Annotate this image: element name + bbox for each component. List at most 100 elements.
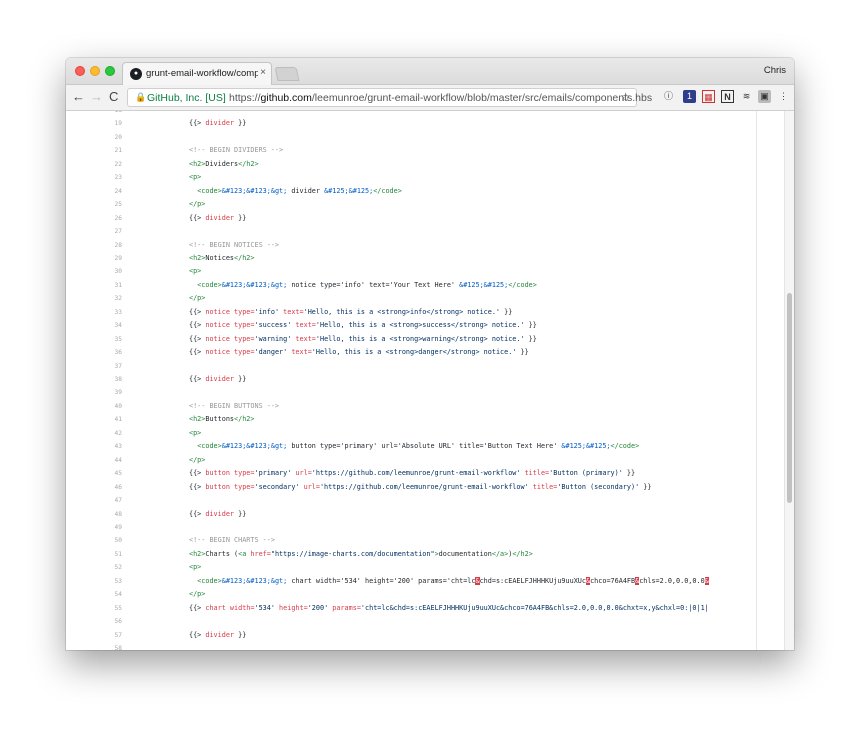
line-number[interactable]: 35 [66,333,122,346]
line-number[interactable]: 58 [66,642,122,650]
line-number[interactable]: 38 [66,373,122,386]
layers-icon[interactable]: ≋ [740,90,753,103]
code-token: <!-- BEGIN BUTTONS --> [189,401,280,410]
line-number[interactable]: 54 [66,588,122,601]
line-number[interactable]: 46 [66,481,122,494]
code-token: "https://image-charts.com/documentation" [270,549,435,558]
code-token: }} [234,630,247,639]
line-number[interactable]: 40 [66,400,122,413]
line-number[interactable]: 24 [66,185,122,198]
new-tab-button[interactable] [274,67,300,81]
line-number[interactable]: 47 [66,494,122,507]
info-icon[interactable]: ⓘ [662,90,675,103]
line-number[interactable]: 23 [66,171,122,184]
code-line: 42 <p> [66,427,756,440]
tab-close-icon[interactable]: × [260,67,266,78]
line-text: </p> [189,588,205,601]
line-number[interactable]: 19 [66,117,122,130]
back-arrow-icon[interactable]: ← [72,89,85,105]
reload-icon[interactable]: C [109,89,118,105]
code-line: 38 {{> divider }} [66,373,756,386]
code-line: 36 {{> notice type='danger' text='Hello, … [66,346,756,359]
code-token: <p> [189,173,202,182]
line-number[interactable]: 36 [66,346,122,359]
code-token: 'Button (primary)' [549,469,623,478]
line-number[interactable]: 37 [66,360,122,373]
maximize-window-button[interactable] [105,66,115,76]
line-number[interactable]: 27 [66,225,122,238]
code-line: 37 [66,360,756,373]
code-token: <h2> [189,415,206,424]
url-host: github.com [260,92,312,104]
code-token: <!-- BEGIN CHARTS --> [189,536,275,545]
qr-icon[interactable]: ▦ [702,90,715,103]
line-number[interactable]: 48 [66,508,122,521]
line-number[interactable]: 29 [66,252,122,265]
line-number[interactable]: 28 [66,239,122,252]
line-number[interactable]: 42 [66,427,122,440]
code-line: 20 [66,131,756,144]
code-token: Charts ( [205,549,239,558]
code-token: {{> [189,469,206,478]
code-token: 'https://github.com/leemunroe/grunt-emai… [319,482,529,491]
line-number[interactable]: 41 [66,413,122,426]
line-text: <h2>Charts (<a href="https://image-chart… [189,548,533,561]
code-token: chls=2.0,0.0,0.0 [639,576,705,585]
code-token: &#125;&#125; [324,186,374,195]
code-token: 'https://github.com/leemunroe/grunt-emai… [311,469,521,478]
line-number[interactable]: 30 [66,265,122,278]
line-number[interactable]: 32 [66,292,122,305]
line-number[interactable]: 55 [66,602,122,615]
code-token: {{> [189,119,206,128]
line-number[interactable]: 43 [66,440,122,453]
scrollbar-thumb[interactable] [787,293,792,503]
forward-arrow-icon[interactable]: → [90,89,103,105]
notification-icon[interactable]: 1 [683,90,696,103]
line-text: <code>&#123;&#123;&gt; notice type='info… [189,279,537,292]
code-token: button type= [205,482,255,491]
code-token: chart width= [205,603,255,612]
code-token: divider [205,213,235,222]
line-number[interactable]: 22 [66,158,122,171]
line-number[interactable]: 52 [66,561,122,574]
security-label: GitHub, Inc. [US] [147,92,226,104]
line-number[interactable]: 34 [66,319,122,332]
line-number[interactable]: 31 [66,279,122,292]
line-number[interactable]: 26 [66,212,122,225]
line-number[interactable]: 44 [66,454,122,467]
bookmark-star-icon[interactable]: ☆ [620,90,631,104]
code-token: 'Hello, this is a <strong>danger</strong… [311,348,517,357]
notion-icon[interactable]: N [721,90,734,103]
close-window-button[interactable] [75,66,85,76]
code-line: 50 <!-- BEGIN CHARTS --> [66,534,756,547]
line-text: {{> divider }} [189,212,246,225]
menu-icon[interactable]: ⋮ [777,90,790,103]
code-line: 32 </p> [66,292,756,305]
line-number[interactable]: 20 [66,131,122,144]
tab-github-components[interactable]: ● grunt-email-workflow/compon × [122,62,272,85]
line-number[interactable]: 51 [66,548,122,561]
line-number[interactable]: 33 [66,306,122,319]
line-number[interactable]: 56 [66,615,122,628]
line-number[interactable]: 25 [66,198,122,211]
code-token: }} [234,213,247,222]
tab-title: grunt-email-workflow/compon [146,68,258,79]
line-number[interactable]: 50 [66,534,122,547]
code-token: </h2> [234,253,255,262]
profile-name[interactable]: Chris [764,65,786,76]
code-token: &#125;&#125; [459,280,509,289]
line-number[interactable]: 39 [66,386,122,399]
address-bar[interactable]: 🔒 GitHub, Inc. [US] https://github.com/l… [127,88,652,107]
line-number[interactable]: 53 [66,575,122,588]
minimize-window-button[interactable] [90,66,100,76]
line-number[interactable]: 45 [66,467,122,480]
code-token: '534' [254,603,275,612]
code-token: </p> [189,455,206,464]
line-number[interactable]: 49 [66,521,122,534]
line-number[interactable]: 21 [66,144,122,157]
line-number[interactable]: 57 [66,629,122,642]
ext-icon[interactable]: ▣ [758,90,771,103]
code-token: {{> [189,334,206,343]
url-text[interactable]: https://github.com/leemunroe/grunt-email… [229,92,652,104]
